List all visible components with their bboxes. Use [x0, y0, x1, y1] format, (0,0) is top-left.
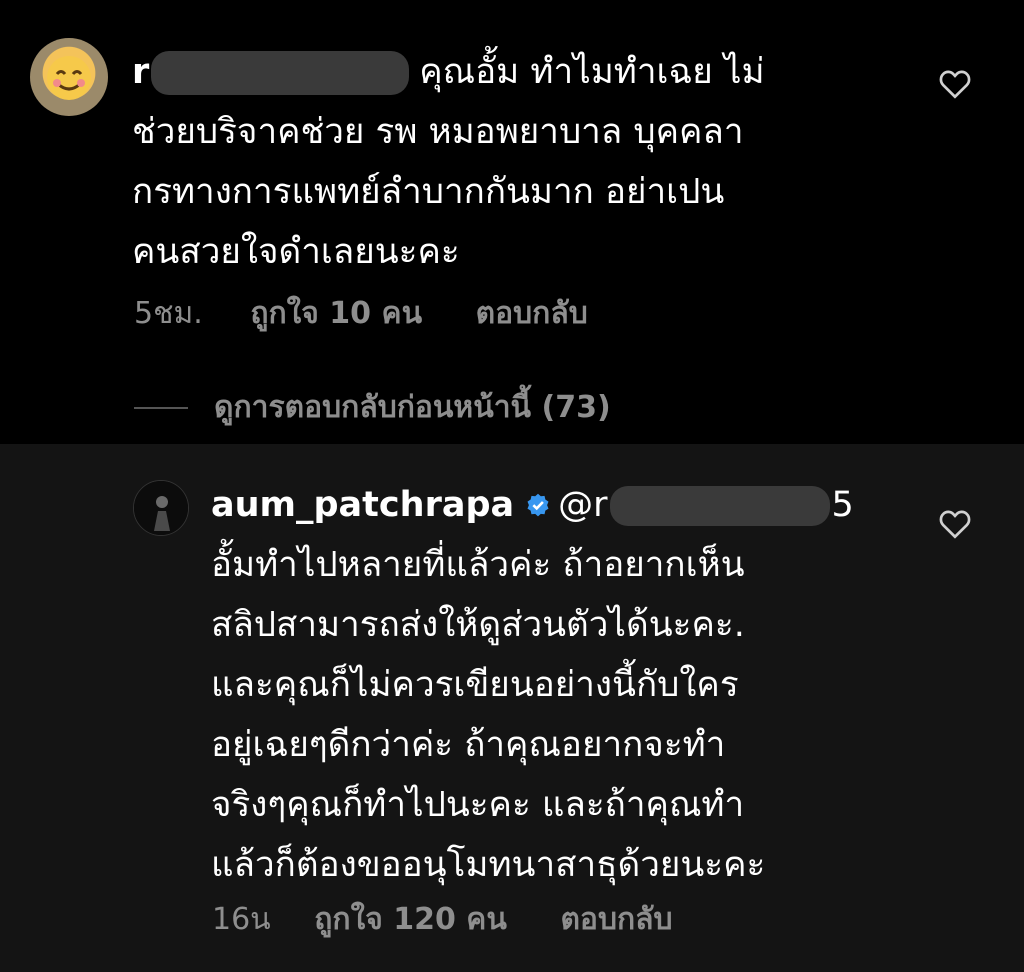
comment-time: 5ชม.	[134, 296, 203, 331]
mention-end[interactable]: 5	[832, 485, 854, 525]
reply-username[interactable]: aum_patchrapa	[211, 485, 514, 525]
comment-line-3: กรทางการแพทย์ลำบากกันมาก อย่าเปน	[132, 172, 725, 212]
comment-likes[interactable]: ถูกใจ 10 คน	[250, 290, 422, 337]
reply-line-5: จริงๆคุณก็ทำไปนะคะ และถ้าคุณทำ	[211, 785, 745, 825]
reply-text: aum_patchrapa @r 5 อั้มทำไปหลายที่แล้วค่ะ …	[211, 475, 854, 895]
comment-meta: 5ชม. ถูกใจ 10 คน ตอบกลับ	[134, 290, 588, 337]
mention-start[interactable]: @r	[558, 485, 607, 525]
commenter-avatar[interactable]	[30, 38, 108, 116]
reply-meta: 16น ถูกใจ 120 คน ตอบกลับ	[212, 896, 673, 943]
reply-reply-button[interactable]: ตอบกลับ	[560, 896, 672, 943]
redacted-username	[151, 51, 410, 95]
reply-time: 16น	[212, 902, 271, 937]
heart-outline-icon[interactable]	[937, 506, 973, 542]
profile-photo-icon	[134, 481, 188, 535]
reply-button[interactable]: ตอบกลับ	[476, 290, 588, 337]
reply-line-6: แล้วก็ต้องขออนุโมทนาสาธุด้วยนะคะ	[211, 845, 766, 885]
reply-line-1: อั้มทำไปหลายที่แล้วค่ะ ถ้าอยากเห็น	[211, 545, 745, 585]
divider-line	[134, 406, 188, 409]
heart-outline-icon[interactable]	[937, 66, 973, 102]
comment-line-1: คุณอั้ม ทำไมทำเฉย ไม่	[419, 52, 765, 92]
comment-line-4: คนสวยใจดำเลยนะคะ	[132, 232, 460, 272]
comment-line-2: ช่วยบริจาคช่วย รพ หมอพยาบาล บุคคลา	[132, 112, 744, 152]
comment-line: r คุณอั้ม ทำไมทำเฉย ไม่	[132, 42, 765, 102]
view-replies-label: ดูการตอบกลับก่อนหน้านี้ (73)	[214, 390, 611, 425]
comment-text: r คุณอั้ม ทำไมทำเฉย ไม่ ช่วยบริจาคช่วย รพ…	[132, 42, 765, 282]
reply-header-line: aum_patchrapa @r 5	[211, 475, 854, 535]
reply-line-3: และคุณก็ไม่ควรเขียนอย่างนี้กับใคร	[211, 665, 739, 705]
redacted-mention	[609, 486, 830, 526]
commenter-username[interactable]: r	[132, 52, 149, 92]
reply-likes[interactable]: ถูกใจ 120 คน	[314, 896, 507, 943]
reply-line-4: อยู่เฉยๆดีกว่าค่ะ ถ้าคุณอยากจะทำ	[211, 725, 726, 765]
reply-line-2: สลิปสามารถส่งให้ดูส่วนตัวได้นะคะ.	[211, 605, 745, 645]
verified-badge-icon	[527, 493, 549, 517]
smiley-avatar-icon	[47, 56, 91, 100]
reply-author-avatar[interactable]	[133, 480, 189, 536]
view-previous-replies[interactable]: ดูการตอบกลับก่อนหน้านี้ (73)	[134, 384, 611, 431]
